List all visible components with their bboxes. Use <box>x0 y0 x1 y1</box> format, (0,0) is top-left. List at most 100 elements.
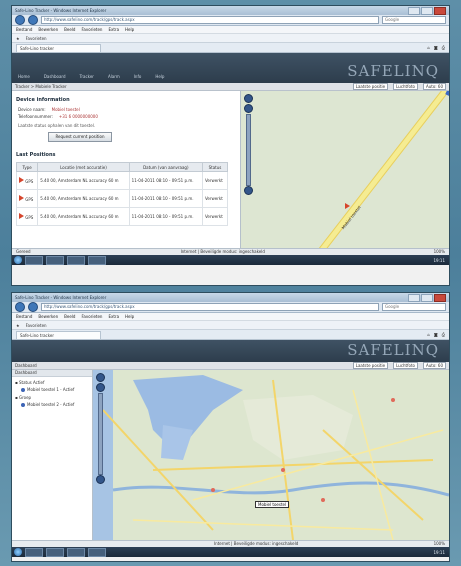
menu-item-view[interactable]: Beeld <box>64 313 75 320</box>
table-row[interactable]: GPS 5.40 00, Amsterdam NL accuracy 60 m … <box>15 207 229 226</box>
taskbar-item[interactable] <box>46 255 64 265</box>
maximize-button[interactable] <box>421 6 433 15</box>
menu-item-help[interactable]: Help <box>125 26 134 33</box>
favorites-label[interactable]: Favorieten <box>26 36 47 41</box>
taskbar-item[interactable] <box>25 255 43 265</box>
close-button[interactable] <box>434 293 446 302</box>
zoom-slider[interactable] <box>245 114 251 186</box>
nav-help[interactable]: Help <box>155 74 164 79</box>
status-text: Gereed <box>16 249 31 254</box>
zoom-level[interactable]: 100% <box>434 541 449 547</box>
taskbar-item[interactable] <box>67 255 85 265</box>
rss-icon[interactable]: ◙ <box>434 331 438 339</box>
map-canvas <box>93 370 449 540</box>
pan-icon[interactable] <box>95 383 105 392</box>
zoom-out-icon[interactable] <box>243 186 253 195</box>
favorites-label[interactable]: Favorieten <box>26 323 47 328</box>
screenshot-tracker-detail: Safe-Lino Tracker - Windows Internet Exp… <box>12 6 449 285</box>
zoom-in-icon[interactable] <box>243 94 253 103</box>
menu-item-tools[interactable]: Extra <box>108 313 119 320</box>
star-icon[interactable]: ★ <box>16 36 20 41</box>
menu-item-edit[interactable]: Bewerken <box>38 313 58 320</box>
url-input[interactable]: http://www.safelino.com/track/gps/track.… <box>41 303 379 311</box>
search-input[interactable]: Google <box>382 303 446 311</box>
tree-group[interactable]: ▪ Status Actief <box>12 380 92 385</box>
zoom-level[interactable]: 100% <box>434 249 449 255</box>
home-icon[interactable]: ⌂ <box>427 44 430 52</box>
menu-item-file[interactable]: Bestand <box>16 26 32 33</box>
taskbar-item[interactable] <box>88 547 106 557</box>
menu-item-help[interactable]: Help <box>125 313 134 320</box>
nav-alarm[interactable]: Alarm <box>108 74 120 79</box>
print-icon[interactable]: ⎙ <box>442 44 445 52</box>
print-icon[interactable]: ⎙ <box>442 331 445 339</box>
map-marker-label[interactable]: Mobiel toestel <box>255 501 290 508</box>
map-view[interactable]: Mobiel toestel <box>93 370 449 540</box>
tree-group[interactable]: ▪ Groep <box>12 395 92 400</box>
map-view[interactable]: Mobiel toestel <box>241 91 449 248</box>
app-header: SAFELINQ <box>12 340 449 362</box>
menu-item-edit[interactable]: Bewerken <box>38 26 58 33</box>
marker-flag-icon[interactable] <box>345 203 350 209</box>
last-positions-title: Last Positions <box>16 152 56 158</box>
close-button[interactable] <box>434 6 446 15</box>
table-row[interactable]: GPS 5.40 00, Amsterdam NL accuracy 60 m … <box>15 189 229 208</box>
col-date: Datum (van aanvraag) <box>128 162 203 172</box>
home-icon[interactable]: ⌂ <box>427 331 430 339</box>
last-position-toggle[interactable]: Laatste positie <box>352 362 389 369</box>
start-button[interactable] <box>14 256 22 264</box>
menu-item-view[interactable]: Beeld <box>64 26 75 33</box>
city-dot <box>281 468 285 472</box>
table-header-row: Type Locatie (met accuratie) Datum (van … <box>15 162 229 172</box>
last-position-toggle[interactable]: Laatste positie <box>352 83 389 90</box>
request-position-button[interactable]: Request current position <box>48 132 112 142</box>
tree-item[interactable]: Mobiel toestel 1 - Actief <box>12 387 92 392</box>
forward-button[interactable] <box>28 15 38 25</box>
url-input[interactable]: http://www.safelino.com/track/gps/track.… <box>41 16 379 24</box>
main-content: Device information Device naam: Mobiel t… <box>12 91 449 248</box>
row-status: Verwerkt <box>201 171 229 190</box>
browser-tab[interactable]: Safe-Lino tracker <box>16 44 101 52</box>
forward-button[interactable] <box>28 302 38 312</box>
refresh-select[interactable]: Auto: 60 <box>423 83 446 90</box>
minimize-button[interactable] <box>408 6 420 15</box>
zoom-out-icon[interactable] <box>95 475 105 484</box>
tab-bar: Safe-Lino tracker ⌂ ◙ ⎙ <box>12 43 449 53</box>
menu-item-file[interactable]: Bestand <box>16 313 32 320</box>
taskbar-item[interactable] <box>88 255 106 265</box>
table-row[interactable]: GPS 5.40 00, Amsterdam NL accuracy 60 m … <box>15 171 229 190</box>
search-input[interactable]: Google <box>382 16 446 24</box>
back-button[interactable] <box>15 15 25 25</box>
taskbar-item[interactable] <box>46 547 64 557</box>
taskbar-item[interactable] <box>67 547 85 557</box>
phone-label: Telefoonnummer: <box>18 114 53 119</box>
start-button[interactable] <box>14 548 22 556</box>
nav-dashboard[interactable]: Dashboard <box>44 74 66 79</box>
tree-group-label: Groep <box>18 395 32 400</box>
menu-item-tools[interactable]: Extra <box>108 26 119 33</box>
back-button[interactable] <box>15 302 25 312</box>
nav-home[interactable]: Home <box>18 74 30 79</box>
zoom-control[interactable] <box>243 94 253 196</box>
menu-item-favorites[interactable]: Favorieten <box>81 26 102 33</box>
nav-tracker[interactable]: Tracker <box>80 74 94 79</box>
zoom-in-icon[interactable] <box>95 373 105 382</box>
nav-info[interactable]: Info <box>134 74 142 79</box>
taskbar-item[interactable] <box>25 547 43 557</box>
zoom-control[interactable] <box>95 373 105 485</box>
star-icon[interactable]: ★ <box>16 323 20 328</box>
zoom-slider[interactable] <box>97 393 103 475</box>
browser-tab[interactable]: Safe-Lino tracker <box>16 331 101 339</box>
tree-item[interactable]: Mobiel toestel 2 - Actief <box>12 402 92 407</box>
menu-item-favorites[interactable]: Favorieten <box>81 313 102 320</box>
city-dot <box>211 488 215 492</box>
pan-icon[interactable] <box>243 104 253 113</box>
rss-icon[interactable]: ◙ <box>434 44 438 52</box>
minimize-button[interactable] <box>408 293 420 302</box>
maximize-button[interactable] <box>421 293 433 302</box>
refresh-select[interactable]: Auto: 60 <box>423 362 446 369</box>
aerial-toggle[interactable]: Luchtfoto <box>393 83 418 90</box>
map-controls: Laatste positie Luchtfoto Auto: 60 <box>352 362 446 369</box>
address-bar: http://www.safelino.com/track/gps/track.… <box>12 302 449 313</box>
aerial-toggle[interactable]: Luchtfoto <box>393 362 418 369</box>
